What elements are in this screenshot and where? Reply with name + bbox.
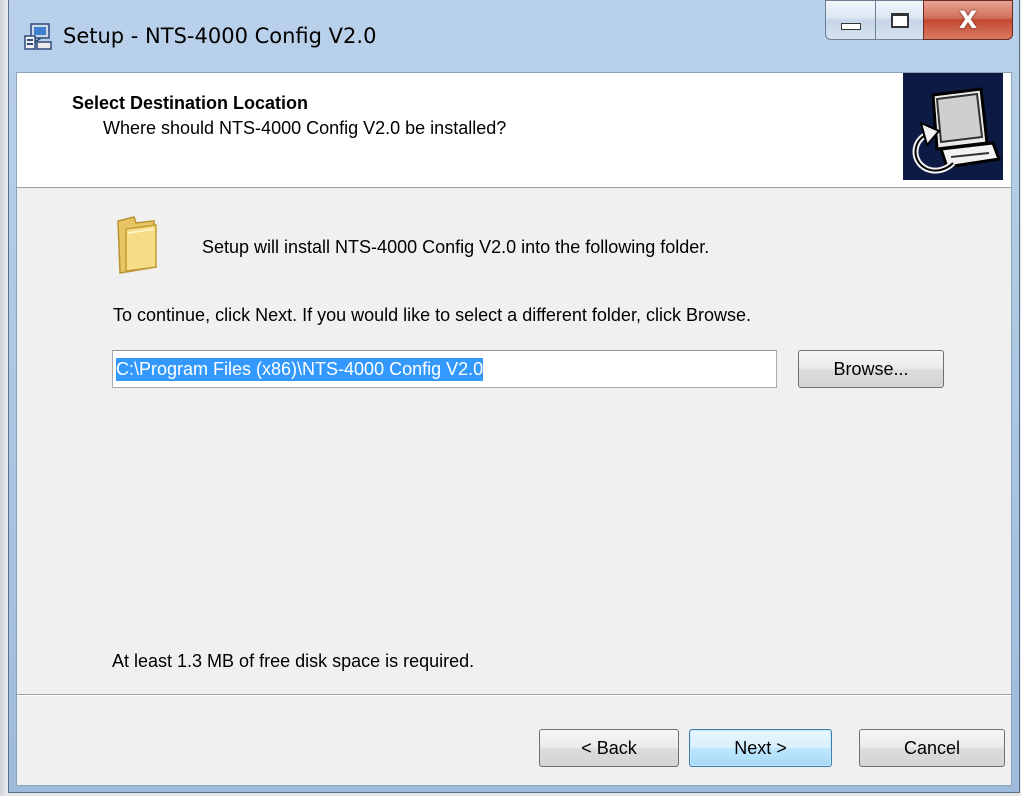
wizard-header: Select Destination Location Where should… (17, 73, 1011, 188)
caption-buttons: X (825, 0, 1013, 42)
wizard-page: Select Destination Location Where should… (16, 72, 1012, 786)
cancel-button[interactable]: Cancel (859, 729, 1005, 767)
page-subtitle: Where should NTS-4000 Config V2.0 be ins… (103, 118, 507, 138)
installer-icon (24, 23, 52, 50)
window-title: Setup - NTS-4000 Config V2.0 (63, 24, 377, 48)
close-button[interactable]: X (923, 0, 1013, 40)
desktop-background (0, 0, 8, 796)
destination-path-value: C:\Program Files (x86)\NTS-4000 Config V… (116, 357, 484, 381)
next-button[interactable]: Next > (689, 729, 832, 767)
destination-path-input[interactable]: C:\Program Files (x86)\NTS-4000 Config V… (112, 350, 777, 388)
maximize-icon (890, 12, 909, 28)
close-icon: X (958, 6, 978, 34)
minimize-icon (840, 22, 861, 30)
setup-window: Setup - NTS-4000 Config V2.0 X Select De… (8, 0, 1020, 793)
separator (17, 694, 1011, 696)
page-title: Select Destination Location (72, 93, 309, 113)
instruction-text: To continue, click Next. If you would li… (113, 305, 751, 325)
intro-text: Setup will install NTS-4000 Config V2.0 … (202, 237, 710, 257)
browse-button[interactable]: Browse... (798, 350, 944, 388)
title-bar[interactable]: Setup - NTS-4000 Config V2.0 X (9, 0, 1019, 72)
folder-icon (117, 216, 157, 274)
maximize-button[interactable] (875, 0, 923, 40)
back-button[interactable]: < Back (539, 729, 679, 767)
computer-install-icon (903, 73, 1003, 180)
disk-space-text: At least 1.3 MB of free disk space is re… (112, 651, 475, 671)
minimize-button[interactable] (825, 0, 875, 40)
